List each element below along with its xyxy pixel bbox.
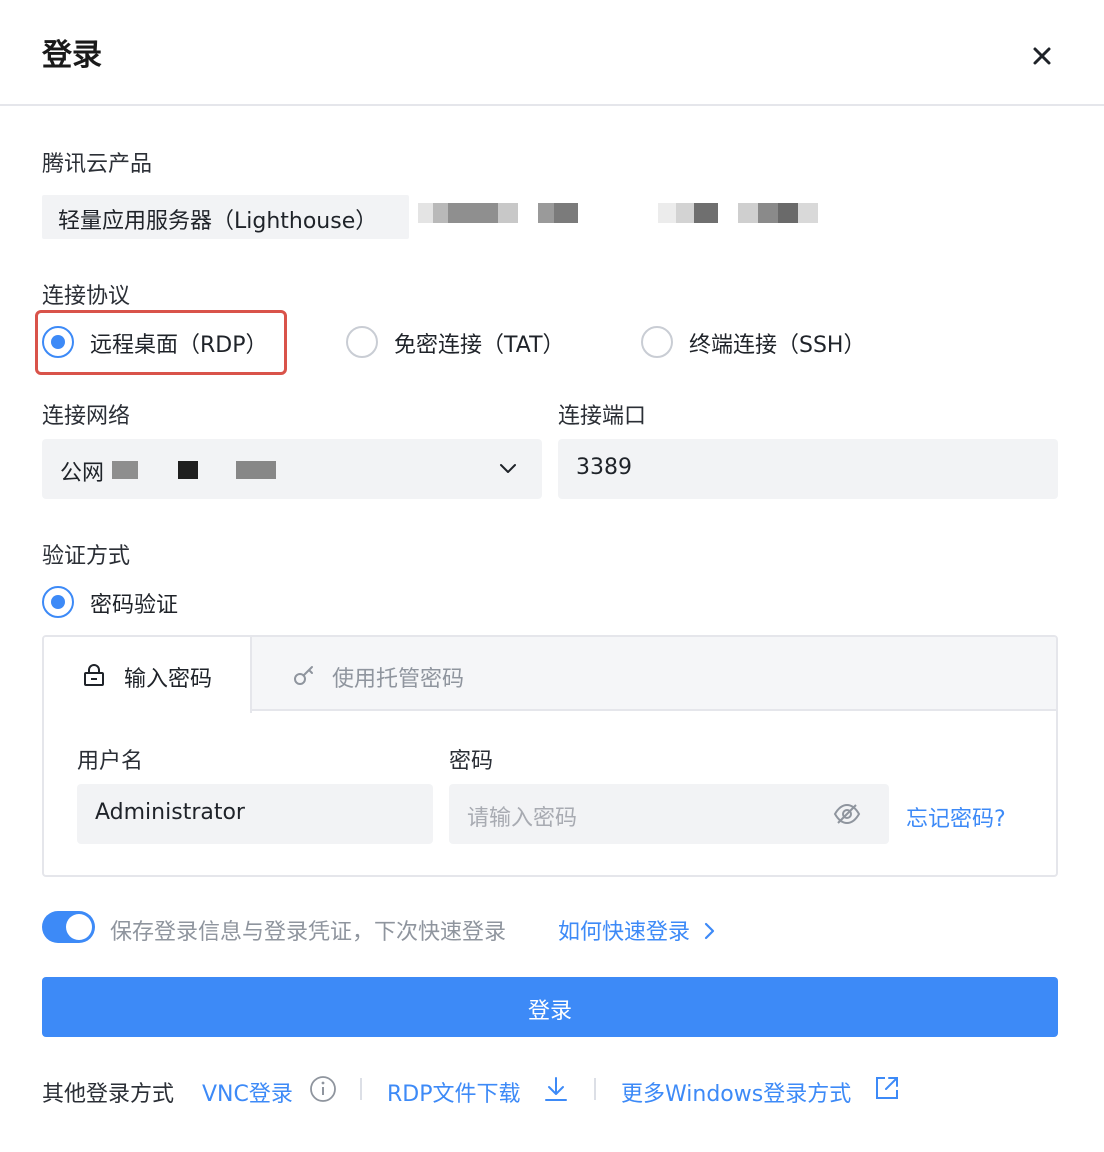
download-icon[interactable] [543, 1075, 569, 1103]
product-name: 轻量应用服务器（Lighthouse） [58, 209, 378, 234]
network-label: 连接网络 [42, 404, 131, 429]
chevron-right-icon [704, 922, 715, 940]
dialog-title: 登录 [42, 38, 102, 73]
tab-managed-password[interactable]: 使用托管密码 [254, 637, 514, 711]
other-login-label: 其他登录方式 [42, 1082, 175, 1107]
radio-tat[interactable]: 免密连接（TAT） [346, 322, 576, 362]
radio-tat-label: 免密连接（TAT） [394, 333, 565, 358]
radio-unchecked-icon [346, 326, 378, 358]
divider [360, 1078, 362, 1100]
product-chip: 轻量应用服务器（Lighthouse） [42, 195, 409, 239]
vnc-login-link[interactable]: VNC登录 [202, 1076, 293, 1108]
login-button-label: 登录 [527, 999, 572, 1024]
radio-checked-icon [42, 326, 74, 358]
auth-label: 验证方式 [42, 544, 131, 569]
remember-text: 保存登录信息与登录凭证，下次快速登录 [110, 920, 507, 945]
port-label: 连接端口 [558, 404, 647, 429]
network-value: 公网 [60, 461, 105, 486]
info-icon[interactable] [309, 1075, 337, 1103]
key-icon [294, 666, 313, 685]
tab-input-password[interactable]: 输入密码 [44, 637, 252, 713]
username-label: 用户名 [77, 749, 144, 774]
rdp-download-link[interactable]: RDP文件下载 [387, 1076, 521, 1108]
chevron-down-icon [500, 464, 516, 473]
tab-input-password-label: 输入密码 [124, 667, 213, 692]
password-tab-panel: 输入密码 使用托管密码 用户名 密码 Administrator 请输入密码 忘… [42, 635, 1058, 877]
quick-login-help-link[interactable]: 如何快速登录 [558, 914, 717, 946]
radio-rdp-label: 远程桌面（RDP） [90, 333, 268, 358]
dialog-header: 登录 [0, 0, 1104, 106]
lock-icon [84, 664, 104, 686]
username-value: Administrator [95, 800, 245, 825]
password-label: 密码 [449, 749, 494, 774]
radio-unchecked-icon [641, 326, 673, 358]
password-placeholder: 请输入密码 [467, 806, 578, 831]
network-select[interactable]: 公网 [42, 439, 542, 499]
eye-off-icon[interactable] [833, 801, 861, 827]
login-button[interactable]: 登录 [42, 977, 1058, 1037]
radio-checked-icon [42, 586, 74, 618]
radio-ssh[interactable]: 终端连接（SSH） [641, 322, 881, 362]
port-input[interactable]: 3389 [558, 439, 1058, 499]
divider [594, 1078, 596, 1100]
radio-password-auth-label: 密码验证 [90, 593, 179, 618]
more-windows-login-link[interactable]: 更多Windows登录方式 [621, 1076, 851, 1108]
tab-managed-password-label: 使用托管密码 [332, 667, 465, 692]
password-input[interactable]: 请输入密码 [449, 784, 889, 844]
product-label: 腾讯云产品 [42, 152, 153, 177]
username-input[interactable]: Administrator [77, 784, 433, 844]
radio-ssh-label: 终端连接（SSH） [689, 333, 866, 358]
quick-login-help-label: 如何快速登录 [558, 920, 691, 945]
remember-toggle[interactable] [42, 911, 95, 943]
protocol-label: 连接协议 [42, 284, 131, 309]
external-link-icon[interactable] [874, 1075, 900, 1101]
radio-rdp[interactable]: 远程桌面（RDP） [42, 322, 272, 362]
port-value: 3389 [576, 455, 632, 480]
radio-password-auth[interactable]: 密码验证 [42, 582, 242, 622]
forgot-password-link[interactable]: 忘记密码? [906, 801, 1006, 833]
close-icon[interactable] [1026, 40, 1058, 72]
